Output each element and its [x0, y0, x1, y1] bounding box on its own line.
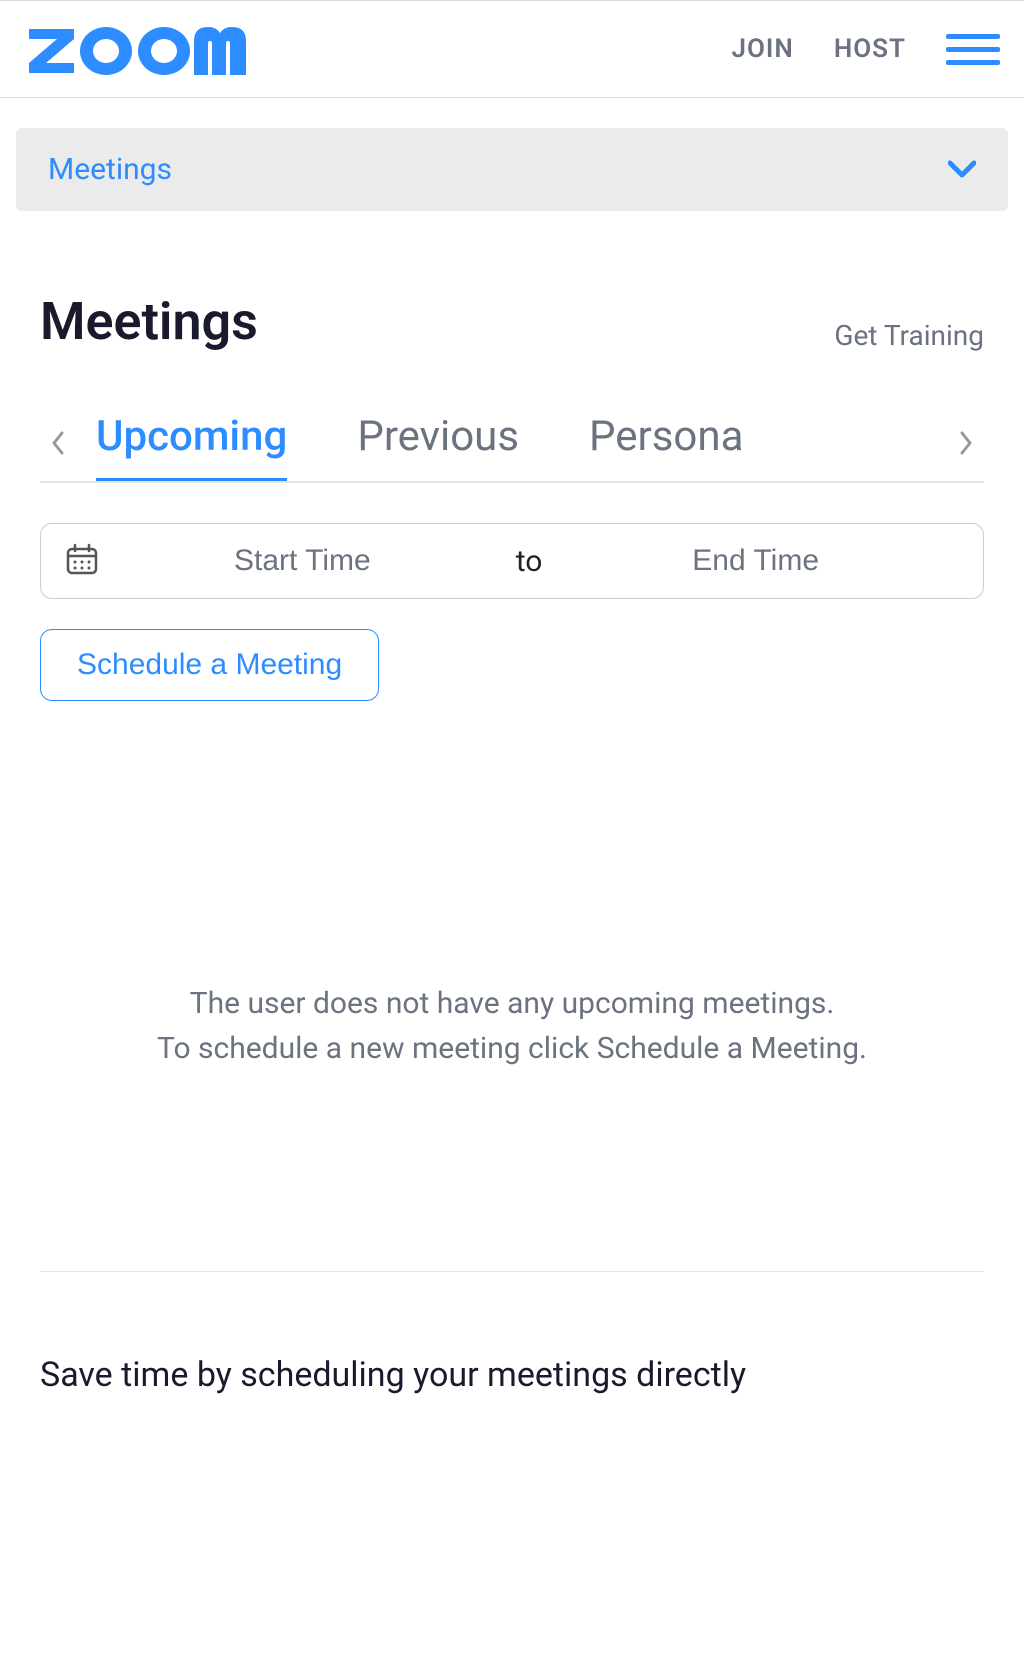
start-time-input[interactable] — [99, 544, 506, 578]
tabs: Upcoming Previous Persona — [76, 412, 984, 481]
section-dropdown[interactable]: Meetings — [16, 128, 1008, 211]
end-time-input[interactable] — [552, 544, 959, 578]
host-link[interactable]: HOST — [834, 34, 906, 64]
page-title: Meetings — [40, 291, 258, 352]
zoom-logo[interactable] — [24, 21, 264, 77]
tab-previous[interactable]: Previous — [357, 412, 519, 481]
divider — [40, 1271, 984, 1272]
date-range-to-label: to — [506, 544, 553, 579]
join-link[interactable]: JOIN — [732, 34, 794, 64]
footer-promo-text: Save time by scheduling your meetings di… — [40, 1352, 984, 1400]
empty-state-line1: The user does not have any upcoming meet… — [40, 981, 984, 1026]
schedule-meeting-button[interactable]: Schedule a Meeting — [40, 629, 379, 701]
section-dropdown-label: Meetings — [48, 152, 172, 187]
page-header: Meetings Get Training — [0, 241, 1024, 352]
calendar-icon — [65, 542, 99, 580]
tab-scroll-left-icon[interactable] — [40, 429, 76, 464]
tab-scroll-right-icon[interactable] — [938, 429, 984, 464]
tab-personal[interactable]: Persona — [589, 412, 743, 481]
tabs-container: Upcoming Previous Persona — [40, 412, 984, 483]
chevron-down-icon — [948, 153, 976, 186]
app-header: JOIN HOST — [0, 0, 1024, 98]
empty-state-line2: To schedule a new meeting click Schedule… — [40, 1026, 984, 1071]
hamburger-menu-icon[interactable] — [946, 34, 1000, 65]
empty-state: The user does not have any upcoming meet… — [40, 981, 984, 1071]
tab-upcoming[interactable]: Upcoming — [96, 412, 287, 481]
get-training-link[interactable]: Get Training — [834, 319, 984, 352]
header-nav: JOIN HOST — [732, 34, 1000, 65]
date-range-picker[interactable]: to — [40, 523, 984, 599]
